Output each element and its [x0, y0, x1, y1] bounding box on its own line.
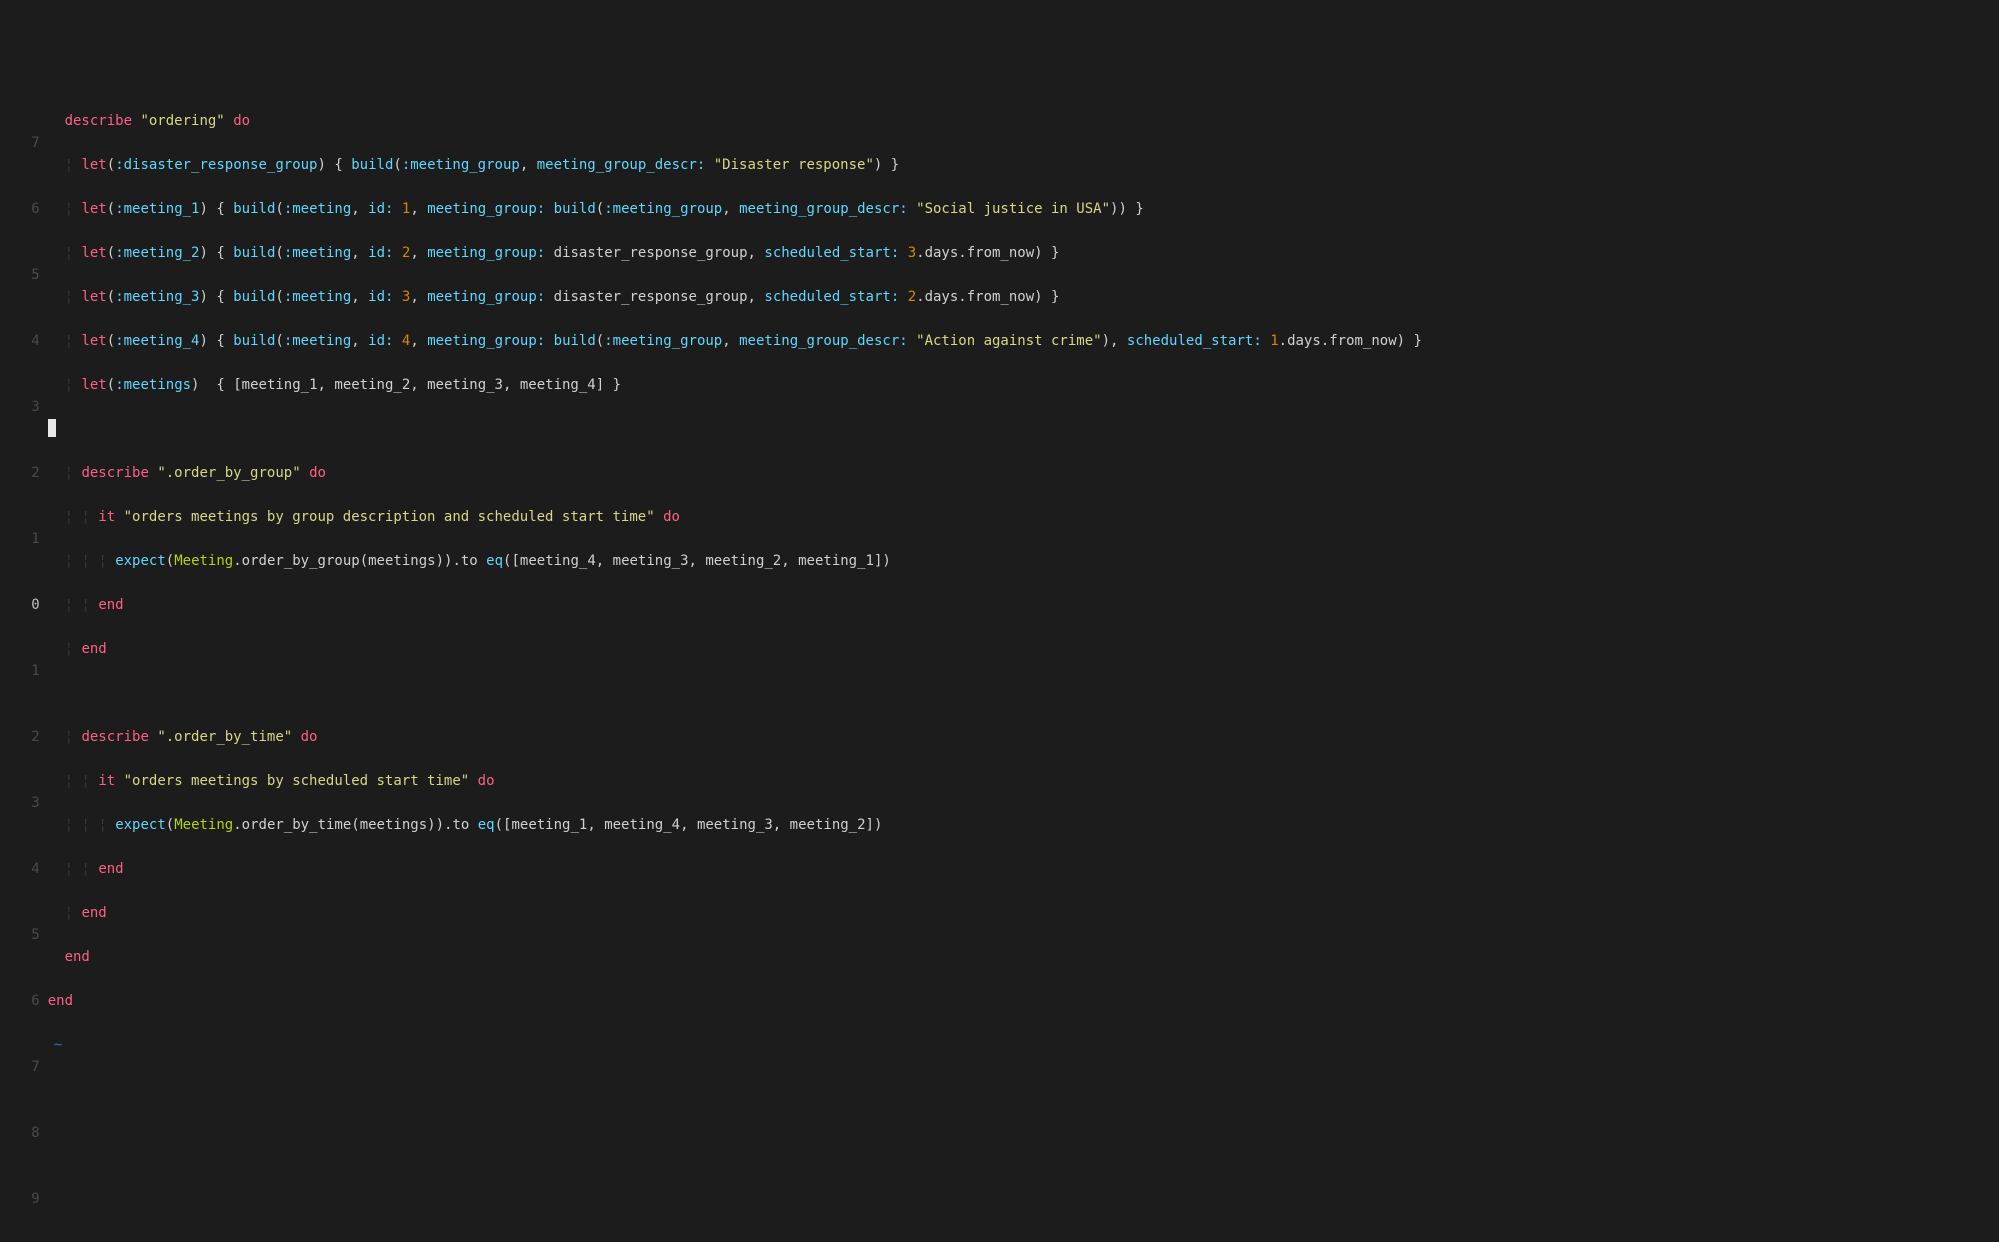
code-line[interactable]: ¦ let(:meeting_4) { build(:meeting, id: … [48, 330, 1999, 352]
code-line[interactable]: ¦ let(:disaster_response_group) { build(… [48, 154, 1999, 176]
code-line[interactable]: ¦ end [48, 638, 1999, 660]
code-line[interactable]: ¦ describe ".order_by_group" do [48, 462, 1999, 484]
line-number: 9 [6, 1188, 40, 1210]
cursor-icon [48, 419, 56, 437]
code-line-blank[interactable] [48, 682, 1999, 704]
code-area[interactable]: describe "ordering" do ¦ let(:disaster_r… [48, 88, 1999, 1242]
code-line[interactable]: ¦ let(:meetings) { [meeting_1, meeting_2… [48, 374, 1999, 396]
code-line[interactable]: ¦ ¦ it "orders meetings by scheduled sta… [48, 770, 1999, 792]
line-number: 4 [6, 330, 40, 352]
line-number: 6 [6, 198, 40, 220]
code-line[interactable]: ¦ ¦ end [48, 858, 1999, 880]
line-number: 2 [6, 726, 40, 748]
line-number: 7 [6, 1056, 40, 1078]
line-number: 6 [6, 990, 40, 1012]
empty-buffer-tilde: ~ [48, 1034, 1999, 1056]
code-line[interactable]: ¦ ¦ ¦ expect(Meeting.order_by_time(meeti… [48, 814, 1999, 836]
line-number-current: 0 [6, 594, 40, 616]
line-number: 1 [6, 528, 40, 550]
code-line[interactable]: ¦ ¦ end [48, 594, 1999, 616]
code-line[interactable]: describe "ordering" do [48, 110, 1999, 132]
code-line[interactable]: ¦ describe ".order_by_time" do [48, 726, 1999, 748]
code-line[interactable]: ¦ ¦ it "orders meetings by group descrip… [48, 506, 1999, 528]
code-line[interactable]: ¦ let(:meeting_3) { build(:meeting, id: … [48, 286, 1999, 308]
line-number: 3 [6, 396, 40, 418]
code-line[interactable]: ¦ let(:meeting_1) { build(:meeting, id: … [48, 198, 1999, 220]
code-line[interactable]: ¦ let(:meeting_2) { build(:meeting, id: … [48, 242, 1999, 264]
line-number: 5 [6, 924, 40, 946]
code-editor[interactable]: 7 6 5 4 3 2 1 0 1 2 3 4 5 6 7 8 9 10 11 … [0, 88, 1999, 1242]
code-line[interactable]: ¦ ¦ ¦ expect(Meeting.order_by_group(meet… [48, 550, 1999, 572]
code-line[interactable]: end [48, 990, 1999, 1012]
line-number: 1 [6, 660, 40, 682]
code-line[interactable]: end [48, 946, 1999, 968]
line-number: 5 [6, 264, 40, 286]
line-number: 7 [6, 132, 40, 154]
line-number: 4 [6, 858, 40, 880]
code-line-cursor[interactable] [48, 418, 1999, 440]
line-number: 8 [6, 1122, 40, 1144]
line-number: 3 [6, 792, 40, 814]
line-number: 2 [6, 462, 40, 484]
code-line[interactable]: ¦ end [48, 902, 1999, 924]
line-number-gutter: 7 6 5 4 3 2 1 0 1 2 3 4 5 6 7 8 9 10 11 … [0, 88, 48, 1242]
